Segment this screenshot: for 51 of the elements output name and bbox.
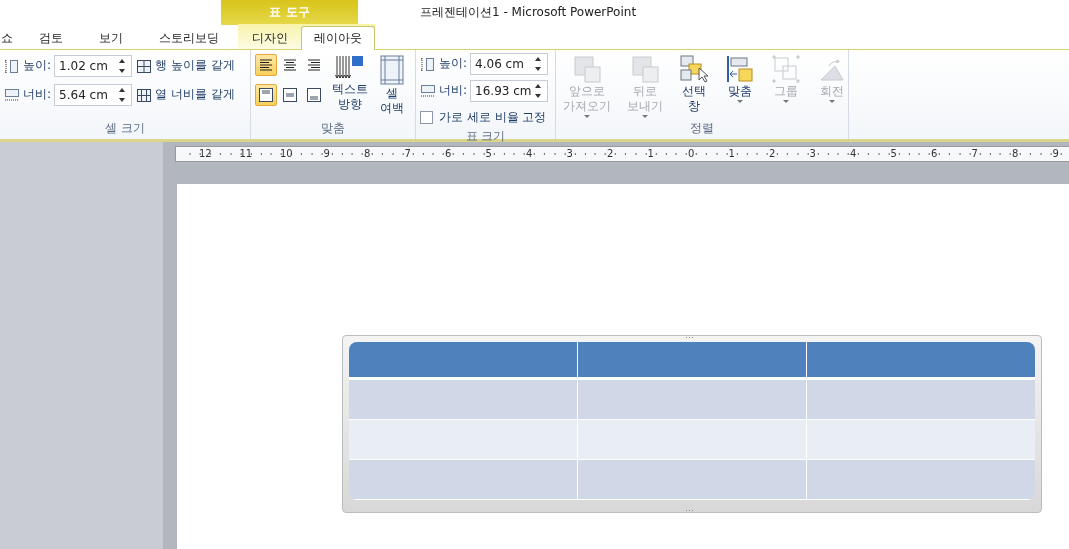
field-label: 너비: [439, 82, 468, 99]
align-top-icon [258, 87, 274, 103]
group-label: 셀 크기 [104, 121, 146, 137]
lock-aspect-checkbox[interactable]: 가로 세로 비율 고정 [420, 109, 547, 126]
align-center-icon [282, 57, 298, 73]
align-bottom-icon [306, 87, 322, 103]
spin-field[interactable]: 4.06 cm [470, 52, 549, 75]
bring-forward-icon [572, 54, 602, 84]
window-title: 프레젠테이션1 - Microsoft PowerPoint [420, 4, 637, 21]
column-width-icon [4, 86, 20, 103]
cell-margins-button[interactable]: 셀 여백 [375, 54, 409, 121]
ribbon-tab[interactable]: 레이아웃 [301, 26, 375, 50]
spin-field[interactable]: 1.02 cm [54, 54, 133, 77]
send-backward-icon [630, 54, 660, 84]
align-left-icon [258, 57, 274, 73]
ribbon-tab[interactable]: 쇼 [0, 27, 14, 49]
field-label: 높이: [23, 57, 52, 74]
row-height-icon [420, 55, 436, 72]
group-label: 정렬 [689, 121, 715, 137]
text-direction-button[interactable]: 텍스트 방향 [329, 54, 371, 121]
cell-margins-icon [378, 54, 406, 86]
distribute-columns-icon [136, 86, 153, 103]
align-right-icon [306, 57, 322, 73]
arrange-button[interactable]: 맞춤 [722, 54, 758, 121]
spin-arrows-icon [117, 57, 128, 74]
align-icon [725, 54, 755, 84]
spin-arrows-icon [533, 55, 544, 72]
arrange-button[interactable]: 선택 창 [676, 54, 712, 121]
align-button[interactable] [255, 84, 277, 106]
distribute-button[interactable]: 열 너비를 같게 [136, 86, 235, 103]
distribute-rows-icon [136, 57, 153, 74]
align-button[interactable] [255, 54, 277, 76]
group-label: 맞춤 [320, 121, 346, 137]
field-label: 너비: [23, 86, 52, 103]
spin-arrows-icon [117, 86, 128, 103]
ribbon-tab[interactable]: 스토리보딩 [148, 27, 230, 49]
field-label: 높이: [439, 55, 468, 72]
column-width-icon [420, 82, 436, 99]
ribbon-tab[interactable]: 검토 [28, 27, 74, 49]
ribbon-tab[interactable]: 디자인 [239, 27, 301, 49]
table-frame[interactable] [342, 335, 1042, 513]
spin-field[interactable]: 5.64 cm [54, 83, 133, 106]
spin-arrows-icon [533, 82, 544, 99]
row-height-icon [4, 57, 20, 74]
align-middle-icon [282, 87, 298, 103]
ribbon-tab[interactable]: 보기 [88, 27, 134, 49]
spin-field[interactable]: 16.93 cm [470, 79, 549, 102]
group-icon [771, 54, 801, 84]
distribute-button[interactable]: 행 높이를 같게 [136, 57, 235, 74]
context-tab-header: 표 도구 [221, 0, 358, 25]
selection-pane-icon [679, 54, 709, 84]
